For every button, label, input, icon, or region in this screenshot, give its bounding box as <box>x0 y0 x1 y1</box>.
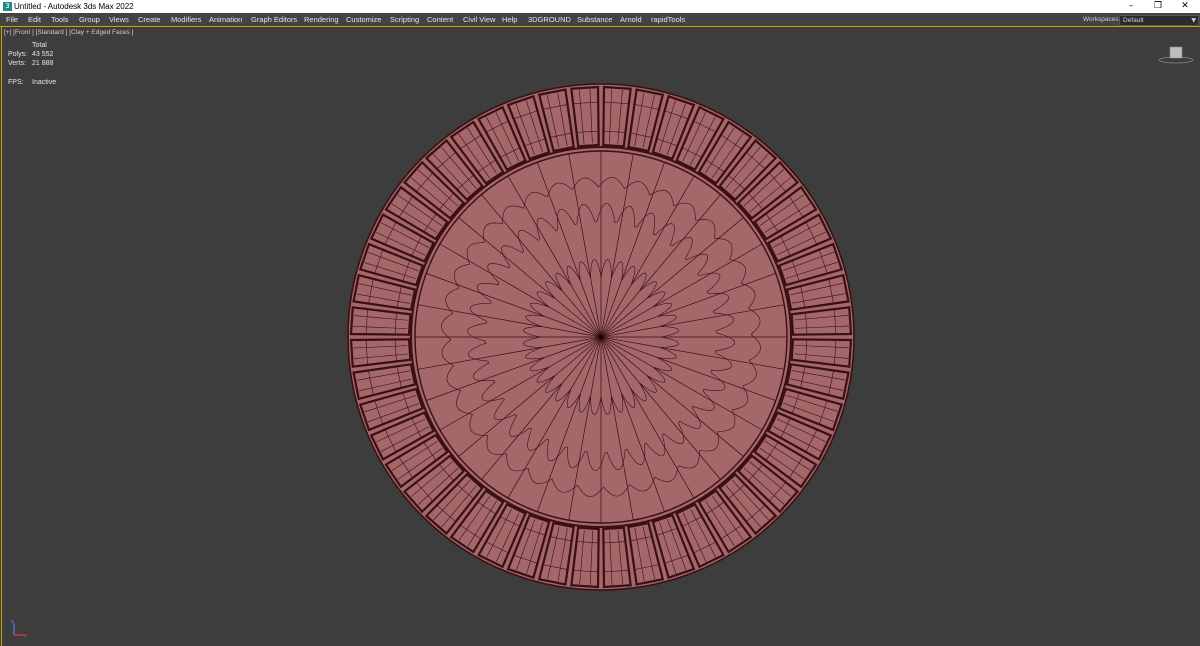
menu-edit[interactable]: Edit <box>28 13 41 26</box>
menu-arnold[interactable]: Arnold <box>620 13 642 26</box>
menu-file[interactable]: File <box>6 13 18 26</box>
front-viewport[interactable]: [+] [Front ] [Standard ] [Clay + Edged F… <box>1 27 1200 646</box>
menu-3dground[interactable]: 3DGROUND <box>528 13 571 26</box>
menu-scripting[interactable]: Scripting <box>390 13 419 26</box>
minimize-button[interactable]: – <box>1117 0 1145 13</box>
workspaces-dropdown[interactable]: Default ▼ <box>1119 15 1199 26</box>
menu-help[interactable]: Help <box>502 13 517 26</box>
title-bar: 3 Untitled - Autodesk 3ds Max 2022 – ❐ ✕ <box>0 0 1200 13</box>
menu-animation[interactable]: Animation <box>209 13 242 26</box>
close-button[interactable]: ✕ <box>1171 0 1199 13</box>
menu-modifiers[interactable]: Modifiers <box>171 13 201 26</box>
workspaces-label: Workspaces: <box>1083 16 1121 23</box>
menu-bar: File Edit Tools Group Views Create Modif… <box>0 13 1200 27</box>
menu-rendering[interactable]: Rendering <box>304 13 339 26</box>
menu-rapidtools[interactable]: rapidTools <box>651 13 685 26</box>
menu-substance[interactable]: Substance <box>577 13 612 26</box>
menu-views[interactable]: Views <box>109 13 129 26</box>
menu-content[interactable]: Content <box>427 13 453 26</box>
menu-civil-view[interactable]: Civil View <box>463 13 495 26</box>
menu-create[interactable]: Create <box>138 13 161 26</box>
workspaces-value: Default <box>1123 17 1144 24</box>
chevron-down-icon: ▼ <box>1191 17 1196 24</box>
menu-customize[interactable]: Customize <box>346 13 381 26</box>
menu-tools[interactable]: Tools <box>51 13 69 26</box>
window-title: Untitled - Autodesk 3ds Max 2022 <box>14 2 134 11</box>
app-logo-icon: 3 <box>3 2 12 11</box>
menu-graph-editors[interactable]: Graph Editors <box>251 13 297 26</box>
menu-group[interactable]: Group <box>79 13 100 26</box>
restore-button[interactable]: ❐ <box>1144 0 1172 13</box>
plate-mesh[interactable] <box>2 27 1200 646</box>
